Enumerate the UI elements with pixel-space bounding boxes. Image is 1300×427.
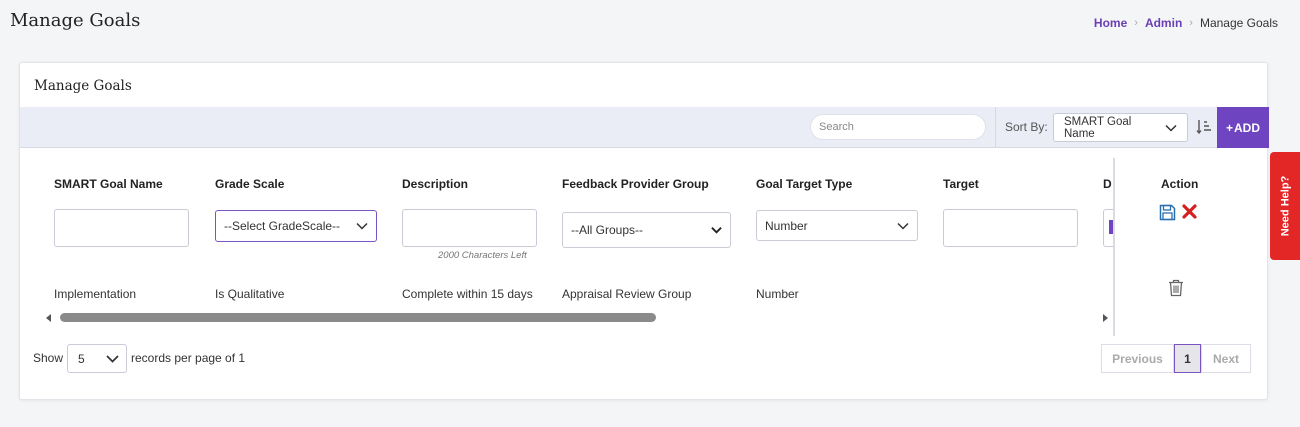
records-label: records per page of 1 (131, 351, 246, 365)
chevron-down-icon (897, 222, 909, 230)
next-page-button[interactable]: Next (1201, 344, 1251, 373)
previous-page-button[interactable]: Previous (1101, 344, 1174, 373)
sort-ascending-icon[interactable] (1196, 118, 1212, 136)
chevron-down-icon (106, 354, 119, 363)
column-header-action: Action (1161, 177, 1199, 191)
horizontal-scrollbar[interactable] (42, 311, 1112, 325)
column-header-grade-scale[interactable]: Grade Scale (215, 177, 284, 191)
grade-scale-select[interactable]: --Select GradeScale-- (215, 210, 377, 242)
save-icon[interactable] (1159, 204, 1176, 221)
column-header-truncated[interactable]: D (1103, 177, 1112, 191)
breadcrumb-separator-icon: › (1189, 17, 1193, 29)
need-help-tab[interactable]: Need Help? (1270, 152, 1300, 260)
goals-table: SMART Goal Name Grade Scale Description … (20, 149, 1114, 325)
chevron-down-icon (1165, 124, 1177, 132)
card-title: Manage Goals (34, 78, 132, 94)
show-label: Show (33, 351, 64, 365)
goals-card: Manage Goals Sort By: SMART Goal Name + … (19, 62, 1269, 400)
cell-smart-goal-name: Implementation (54, 287, 137, 301)
sort-select[interactable]: SMART Goal Name (1053, 113, 1188, 142)
goal-target-type-select-value: Number (765, 218, 808, 233)
cell-description: Complete within 15 days (402, 287, 533, 301)
scrollbar-thumb[interactable] (60, 313, 656, 322)
smart-goal-name-input[interactable] (54, 209, 189, 247)
need-help-label: Need Help? (1279, 175, 1292, 237)
toolbar: Sort By: SMART Goal Name + ADD (20, 107, 1269, 148)
pagination: Previous 1 Next (1101, 344, 1251, 373)
cancel-icon[interactable] (1182, 204, 1197, 219)
breadcrumb-current: Manage Goals (1199, 16, 1278, 30)
breadcrumb: Home › Admin › Manage Goals (1094, 16, 1278, 30)
breadcrumb-separator-icon: › (1134, 17, 1138, 29)
column-header-target[interactable]: Target (943, 177, 979, 191)
grade-scale-select-value: --Select GradeScale-- (224, 219, 341, 233)
scroll-right-icon[interactable] (1103, 314, 1108, 322)
add-button-label: ADD (1234, 120, 1260, 135)
chevron-down-icon (711, 227, 722, 234)
scroll-left-icon[interactable] (46, 314, 51, 322)
breadcrumb-home-link[interactable]: Home (1094, 16, 1127, 30)
column-header-smart-goal-name[interactable]: SMART Goal Name (54, 177, 163, 191)
sort-label: Sort By: (1005, 120, 1048, 134)
page-title: Manage Goals (10, 10, 141, 31)
trash-icon[interactable] (1168, 279, 1184, 297)
records-per-page-value: 5 (78, 351, 85, 366)
feedback-group-select-value: --All Groups-- (571, 223, 644, 237)
cell-goal-target-type: Number (756, 287, 799, 301)
plus-icon: + (1225, 120, 1233, 135)
description-chars-left: 2000 Characters Left (438, 250, 527, 261)
column-header-description[interactable]: Description (402, 177, 468, 191)
cell-grade-scale: Is Qualitative (215, 287, 285, 301)
table-divider (1113, 158, 1115, 336)
target-input[interactable] (943, 209, 1078, 247)
toolbar-divider (995, 107, 996, 148)
column-header-goal-target-type[interactable]: Goal Target Type (756, 177, 852, 191)
column-header-feedback-provider-group[interactable]: Feedback Provider Group (562, 177, 709, 191)
search-input[interactable] (810, 114, 986, 140)
description-input[interactable] (402, 209, 537, 247)
records-per-page-select[interactable]: 5 (67, 344, 127, 373)
feedback-provider-group-select[interactable]: --All Groups-- (562, 212, 731, 248)
page-1-button[interactable]: 1 (1174, 344, 1201, 373)
sort-select-value: SMART Goal Name (1064, 115, 1132, 140)
breadcrumb-admin-link[interactable]: Admin (1145, 16, 1182, 30)
add-button[interactable]: + ADD (1217, 107, 1269, 148)
chevron-down-icon (356, 222, 368, 230)
goal-target-type-select[interactable]: Number (756, 210, 918, 241)
cell-feedback-provider-group: Appraisal Review Group (562, 287, 692, 301)
action-column: Action (1116, 149, 1269, 325)
